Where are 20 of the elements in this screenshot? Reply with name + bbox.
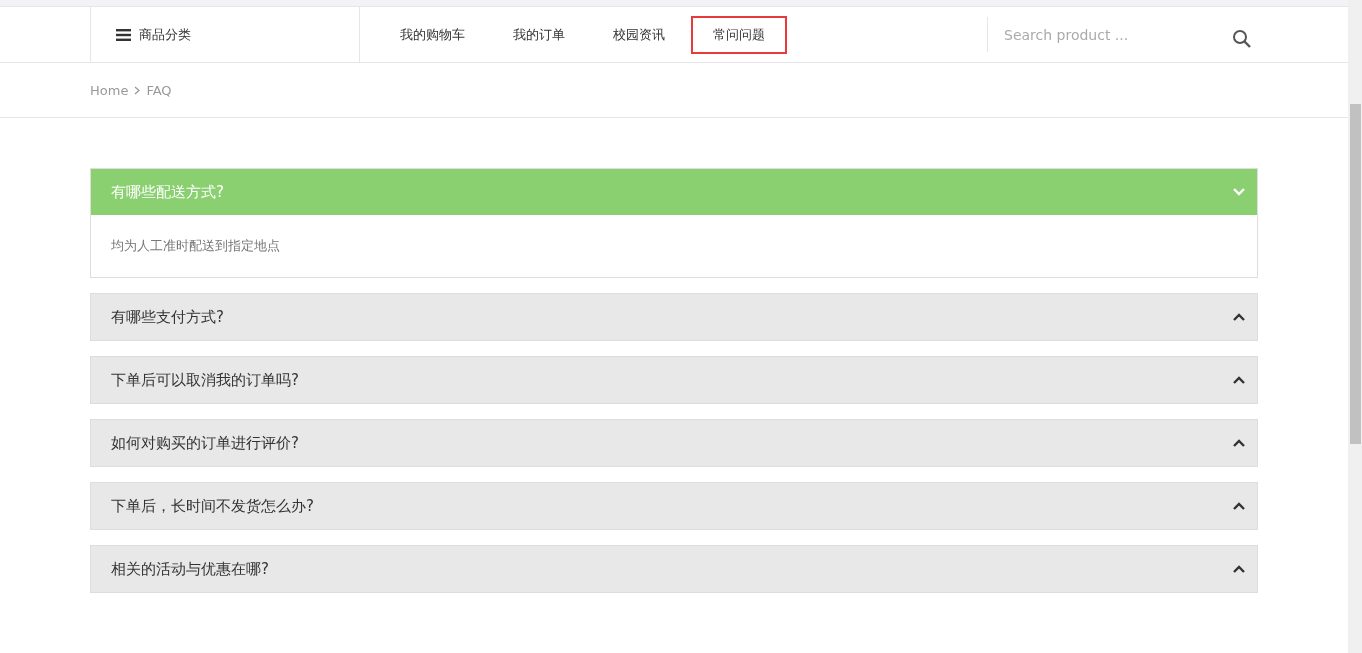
faq-question[interactable]: 下单后，长时间不发货怎么办? <box>91 483 1257 529</box>
chevron-up-icon <box>1233 502 1245 510</box>
nav-link[interactable]: 校园资讯 <box>591 15 687 54</box>
faq-question[interactable]: 相关的活动与优惠在哪? <box>91 546 1257 592</box>
chevron-up-icon <box>1233 565 1245 573</box>
chevron-up-icon <box>1233 313 1245 321</box>
chevron-up-icon <box>1233 376 1245 384</box>
nav-link[interactable]: 我的购物车 <box>378 15 487 54</box>
faq-question[interactable]: 如何对购买的订单进行评价? <box>91 420 1257 466</box>
nav-link[interactable]: 常问问题 <box>691 15 787 54</box>
faq-question[interactable]: 下单后可以取消我的订单吗? <box>91 357 1257 403</box>
faq-question[interactable]: 有哪些支付方式? <box>91 294 1257 340</box>
search-icon[interactable] <box>1232 28 1252 49</box>
category-menu-button[interactable]: 商品分类 <box>90 7 360 62</box>
chevron-up-icon <box>1233 439 1245 447</box>
chevron-right-icon <box>134 85 141 95</box>
scrollbar[interactable] <box>1348 0 1362 653</box>
nav-link[interactable]: 我的订单 <box>491 15 587 54</box>
menu-icon <box>116 28 131 41</box>
chevron-down-icon <box>1233 188 1245 196</box>
